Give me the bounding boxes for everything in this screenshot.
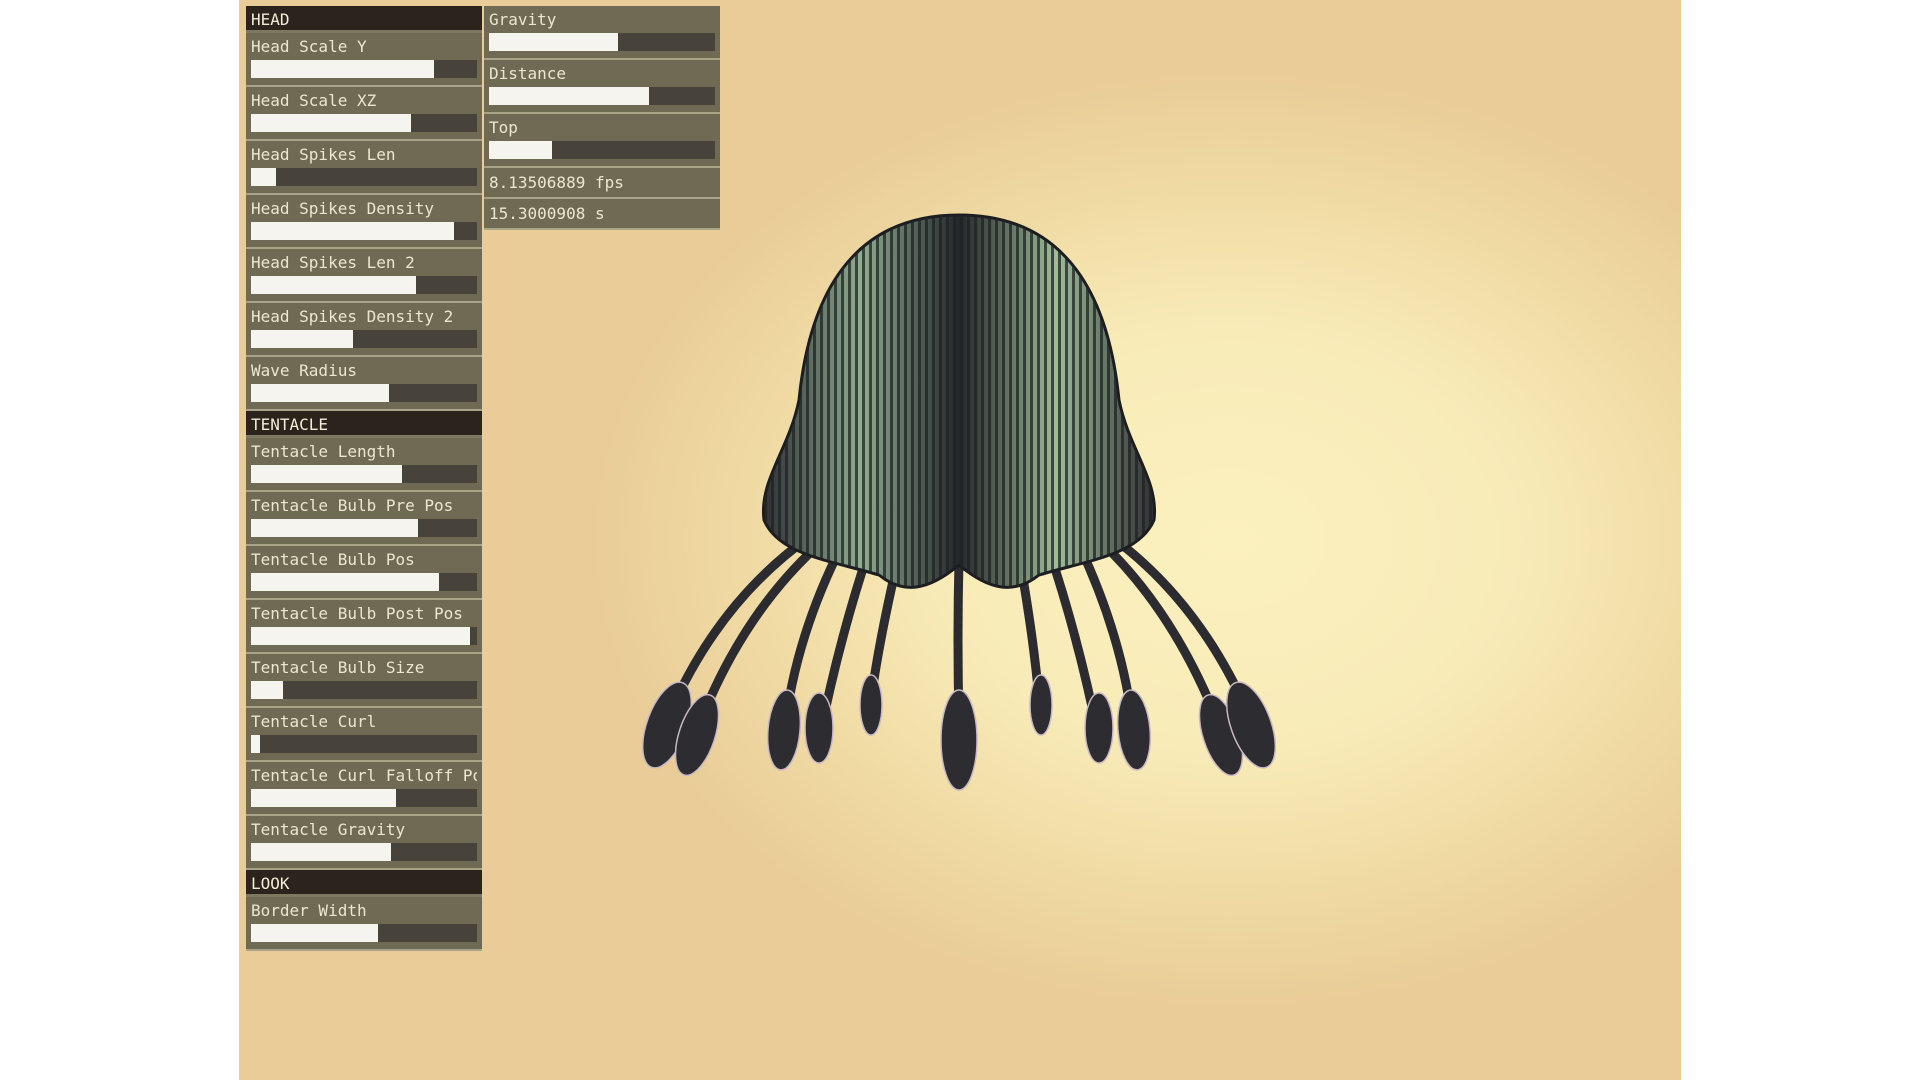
slider-fill[interactable] [251,330,353,348]
slider-label: Tentacle Bulb Size [251,658,425,677]
slider-fill[interactable] [251,924,378,942]
slider-fill[interactable] [251,222,455,240]
slider-track[interactable] [489,33,715,51]
slider-tentacle-length[interactable]: Tentacle Length [246,438,482,492]
slider-label: Top [489,118,518,137]
slider-fill[interactable] [251,843,392,861]
slider-label: Tentacle Gravity [251,820,406,839]
slider-gravity[interactable]: Gravity [484,6,720,60]
slider-label: Head Spikes Density [251,199,435,218]
slider-track[interactable] [251,384,477,402]
slider-track[interactable] [489,87,715,105]
control-panel-right: Gravity Distance Top 8.13506889 fps 15.300… [484,6,720,230]
slider-tentacle-curl[interactable]: Tentacle Curl [246,708,482,762]
slider-top[interactable]: Top [484,114,720,168]
slider-tentacle-gravity[interactable]: Tentacle Gravity [246,816,482,870]
slider-fill[interactable] [489,87,650,105]
fps-readout: 8.13506889 fps [484,168,720,199]
slider-track[interactable] [251,627,477,645]
slider-fill[interactable] [251,114,412,132]
slider-fill[interactable] [251,519,419,537]
time-readout: 15.3000908 s [484,199,720,230]
section-header-tentacle[interactable]: TENTACLE [246,411,482,438]
slider-wave-radius[interactable]: Wave Radius [246,357,482,411]
slider-label: Wave Radius [251,361,357,380]
section-header-look[interactable]: LOOK [246,870,482,897]
slider-fill[interactable] [251,735,261,753]
slider-track[interactable] [251,276,477,294]
slider-fill[interactable] [251,681,283,699]
slider-fill[interactable] [251,384,389,402]
slider-head-spikes-density[interactable]: Head Spikes Density [246,195,482,249]
slider-tentacle-bulb-pos[interactable]: Tentacle Bulb Pos [246,546,482,600]
slider-tentacle-bulb-size[interactable]: Tentacle Bulb Size [246,654,482,708]
slider-track[interactable] [251,924,477,942]
slider-label: Head Spikes Len [251,145,396,164]
slider-label: Tentacle Length [251,442,396,461]
slider-track[interactable] [251,519,477,537]
slider-head-scale-xz[interactable]: Head Scale XZ [246,87,482,141]
slider-label: Head Scale XZ [251,91,377,110]
slider-fill[interactable] [251,789,396,807]
jellyfish-model [641,213,1277,791]
slider-head-spikes-len-2[interactable]: Head Spikes Len 2 [246,249,482,303]
section-header-head[interactable]: HEAD [246,6,482,33]
slider-track[interactable] [251,789,477,807]
slider-label: Head Spikes Len 2 [251,253,415,272]
slider-fill[interactable] [251,573,439,591]
slider-label: Tentacle Bulb Post Pos [251,604,463,623]
slider-fill[interactable] [251,60,435,78]
slider-distance[interactable]: Distance [484,60,720,114]
slider-fill[interactable] [251,276,416,294]
slider-head-scale-y[interactable]: Head Scale Y [246,33,482,87]
slider-track[interactable] [251,60,477,78]
slider-label: Border Width [251,901,367,920]
slider-track[interactable] [251,465,477,483]
slider-track[interactable] [251,222,477,240]
slider-track[interactable] [251,843,477,861]
slider-track[interactable] [489,141,715,159]
slider-fill[interactable] [489,141,553,159]
slider-label: Tentacle Curl Falloff Pos [251,766,477,785]
slider-label: Distance [489,64,567,83]
slider-label: Head Spikes Density 2 [251,307,454,326]
slider-track[interactable] [251,735,477,753]
slider-head-spikes-len[interactable]: Head Spikes Len [246,141,482,195]
control-panel-left: HEAD Head Scale Y Head Scale XZ Head Spikes… [246,6,482,951]
slider-border-width[interactable]: Border Width [246,897,482,951]
slider-tentacle-curl-falloff-pos[interactable]: Tentacle Curl Falloff Pos [246,762,482,816]
slider-track[interactable] [251,681,477,699]
slider-label: Head Scale Y [251,37,367,56]
slider-tentacle-bulb-pre-pos[interactable]: Tentacle Bulb Pre Pos [246,492,482,546]
slider-track[interactable] [251,168,477,186]
slider-fill[interactable] [251,465,403,483]
slider-fill[interactable] [251,627,471,645]
slider-head-spikes-density-2[interactable]: Head Spikes Density 2 [246,303,482,357]
slider-tentacle-bulb-post-pos[interactable]: Tentacle Bulb Post Pos [246,600,482,654]
slider-track[interactable] [251,330,477,348]
slider-fill[interactable] [251,168,276,186]
slider-fill[interactable] [489,33,618,51]
slider-track[interactable] [251,573,477,591]
slider-label: Tentacle Bulb Pos [251,550,415,569]
slider-label: Tentacle Curl [251,712,377,731]
camera-sliders: Gravity Distance Top [484,6,720,168]
slider-label: Gravity [489,10,557,29]
slider-track[interactable] [251,114,477,132]
slider-label: Tentacle Bulb Pre Pos [251,496,454,515]
